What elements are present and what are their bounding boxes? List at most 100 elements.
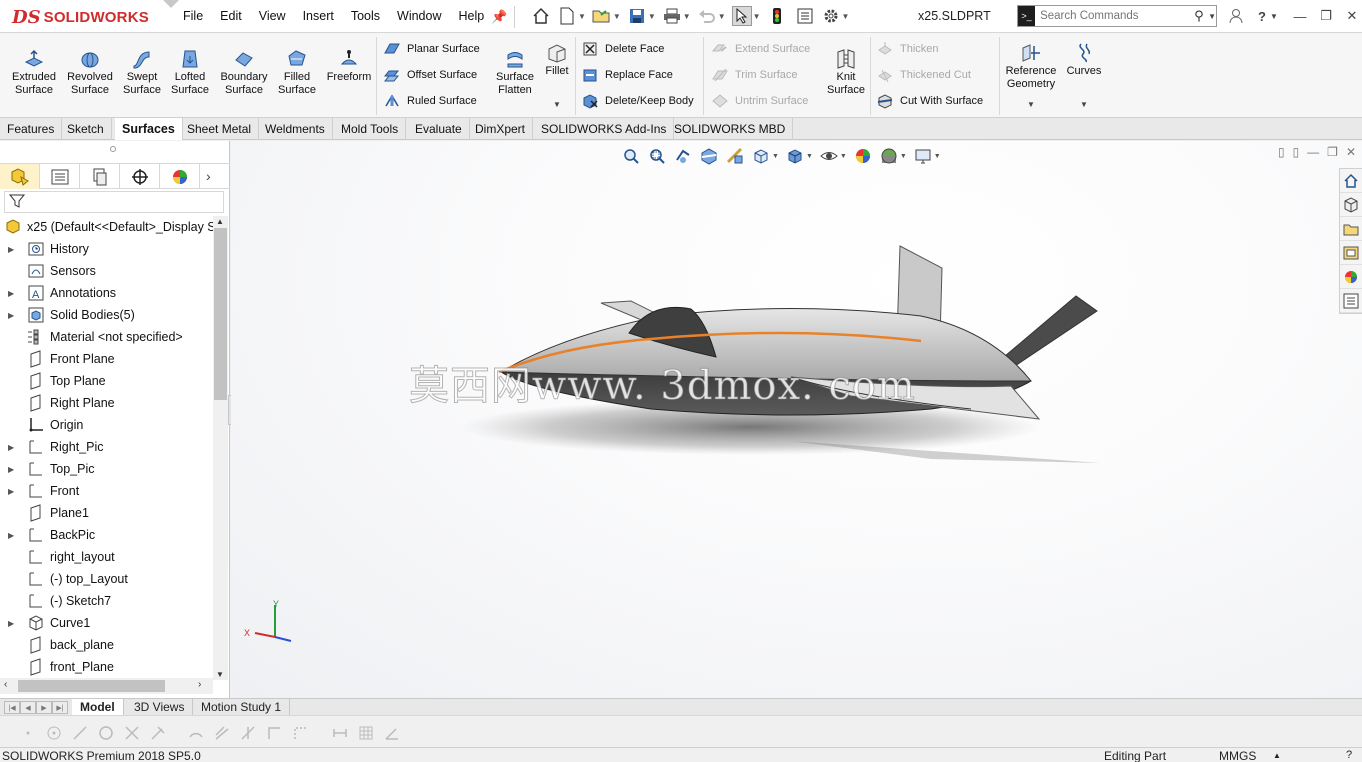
curves-button[interactable]: Curves (1064, 41, 1104, 78)
tab-weldments[interactable]: Weldments (258, 118, 333, 140)
sketch-dimension-icon[interactable] (330, 723, 350, 743)
appearances-scenes-icon[interactable] (1340, 265, 1362, 289)
tree-item[interactable]: ▶ A Annotations (0, 282, 213, 304)
tree-item[interactable]: ▶ Front (0, 480, 213, 502)
tree-item[interactable]: ▶ BackPic (0, 524, 213, 546)
new-dropdown-icon[interactable]: ▼ (578, 12, 586, 21)
trim-surface-button[interactable]: Trim Surface (711, 64, 798, 86)
menu-view[interactable]: View (259, 9, 286, 23)
display-manager-tab-icon[interactable] (160, 164, 200, 189)
fillet-button[interactable]: Fillet (540, 41, 574, 78)
scroll-up-arrow-icon[interactable]: ▲ (216, 217, 224, 226)
boundary-surface-button[interactable]: Boundary Surface (216, 47, 272, 97)
options-gear-icon[interactable] (821, 6, 841, 26)
close-window-icon[interactable]: ✕ (1340, 6, 1362, 26)
minimize-window-icon[interactable]: — (1288, 6, 1312, 26)
select-pointer-icon[interactable] (731, 6, 752, 26)
solidworks-resources-home-icon[interactable] (1340, 169, 1362, 193)
tree-root-part[interactable]: x25 (Default<<Default>_Display St (0, 216, 213, 238)
menu-insert[interactable]: Insert (303, 9, 334, 23)
solidworks-logo[interactable]: DS SOLIDWORKS (12, 4, 156, 30)
surface-flatten-button[interactable]: Surface Flatten (492, 47, 538, 97)
sketch-construction-icon[interactable] (290, 723, 310, 743)
custom-properties-icon[interactable] (1340, 289, 1362, 313)
tree-item[interactable]: ▶ Curve1 (0, 612, 213, 634)
sketch-extend-icon[interactable] (148, 723, 168, 743)
tree-item[interactable]: right_layout (0, 546, 213, 568)
filled-surface-button[interactable]: Filled Surface (274, 47, 320, 97)
tree-vertical-scrollbar[interactable]: ▲ ▼ (213, 216, 228, 680)
ruled-surface-button[interactable]: Ruled Surface (383, 90, 477, 112)
expand-arrow-icon[interactable]: ▶ (8, 443, 14, 452)
tab-dimxpert[interactable]: DimXpert (468, 118, 534, 140)
delete-keep-body-button[interactable]: Delete/Keep Body (581, 90, 694, 112)
tree-item[interactable]: Top Plane (0, 370, 213, 392)
new-document-icon[interactable] (557, 6, 577, 26)
tab-model[interactable]: Model (72, 699, 124, 715)
delete-face-button[interactable]: Delete Face (581, 38, 664, 60)
replace-face-button[interactable]: Replace Face (581, 64, 673, 86)
reference-geometry-dropdown-icon[interactable]: ▼ (1027, 100, 1035, 109)
tree-item[interactable]: Right Plane (0, 392, 213, 414)
sketch-center-point-icon[interactable] (44, 723, 64, 743)
sketch-angle-icon[interactable] (382, 723, 402, 743)
sketch-trim-icon[interactable] (122, 723, 142, 743)
sketch-point-icon[interactable] (18, 723, 38, 743)
search-dropdown-icon[interactable]: ▼ (1208, 12, 1216, 21)
scroll-down-arrow-icon[interactable]: ▼ (216, 670, 224, 679)
expand-arrow-icon[interactable]: ▶ (8, 487, 14, 496)
help-status-icon[interactable]: ? (1346, 749, 1352, 761)
pin-menu-icon[interactable]: 📌 (491, 9, 507, 25)
search-commands-box[interactable]: >_ ⚲ ▼ (1017, 5, 1217, 27)
scrollbar-thumb[interactable] (214, 228, 227, 400)
sketch-line-icon[interactable] (70, 723, 90, 743)
undo-icon[interactable] (697, 6, 717, 26)
configuration-manager-tab-icon[interactable] (80, 164, 120, 189)
expand-arrow-icon[interactable]: ▶ (8, 465, 14, 474)
open-folder-icon[interactable] (592, 6, 612, 26)
extend-surface-button[interactable]: Extend Surface (711, 38, 810, 60)
sketch-corner-icon[interactable] (264, 723, 284, 743)
tree-item[interactable]: (-) Sketch7 (0, 590, 213, 612)
reference-geometry-button[interactable]: Reference Geometry (1004, 41, 1058, 91)
menu-help[interactable]: Help (459, 9, 485, 23)
tree-item[interactable]: Front Plane (0, 348, 213, 370)
last-tab-icon[interactable]: ▶| (52, 701, 68, 714)
sketch-mirror-icon[interactable] (238, 723, 258, 743)
tree-item[interactable]: Origin (0, 414, 213, 436)
file-properties-icon[interactable] (795, 6, 815, 26)
fillet-dropdown-icon[interactable]: ▼ (553, 100, 561, 109)
tab-solidworks-mbd[interactable]: SOLIDWORKS MBD (667, 118, 794, 140)
help-dropdown-icon[interactable]: ▼ (1268, 6, 1280, 26)
cut-with-surface-button[interactable]: Cut With Surface (876, 90, 983, 112)
tree-filter-box[interactable] (4, 191, 224, 213)
undo-dropdown-icon[interactable]: ▼ (718, 12, 726, 21)
scroll-left-arrow-icon[interactable]: ‹ (4, 679, 7, 690)
scroll-right-arrow-icon[interactable]: › (198, 679, 201, 690)
menu-edit[interactable]: Edit (220, 9, 242, 23)
menu-tools[interactable]: Tools (351, 9, 380, 23)
knit-surface-button[interactable]: Knit Surface (824, 47, 868, 97)
more-tabs-chevron-icon[interactable]: › (206, 164, 211, 188)
next-tab-icon[interactable]: ▶ (36, 701, 52, 714)
tab-motion-study-1[interactable]: Motion Study 1 (193, 699, 291, 715)
planar-surface-button[interactable]: Planar Surface (383, 38, 480, 60)
sketch-grid-icon[interactable] (356, 723, 376, 743)
lofted-surface-button[interactable]: Lofted Surface (168, 47, 212, 97)
view-palette-icon[interactable] (1340, 241, 1362, 265)
scrollbar-thumb[interactable] (18, 680, 165, 692)
tree-item[interactable]: Sensors (0, 260, 213, 282)
menu-window[interactable]: Window (397, 9, 441, 23)
swept-surface-button[interactable]: Swept Surface (118, 47, 166, 97)
extruded-surface-button[interactable]: Extruded Surface (8, 47, 60, 97)
print-dropdown-icon[interactable]: ▼ (683, 12, 691, 21)
thicken-button[interactable]: Thicken (876, 38, 939, 60)
units-system-selector[interactable]: MMGS (1219, 749, 1256, 762)
tree-item[interactable]: Plane1 (0, 502, 213, 524)
tree-item[interactable]: ▶ Right_Pic (0, 436, 213, 458)
home-icon[interactable] (531, 6, 551, 26)
expand-arrow-icon[interactable]: ▶ (8, 245, 14, 254)
tab-3d-views[interactable]: 3D Views (126, 699, 194, 715)
panel-grip-handle[interactable] (110, 146, 116, 152)
tree-item[interactable]: ▶ History (0, 238, 213, 260)
